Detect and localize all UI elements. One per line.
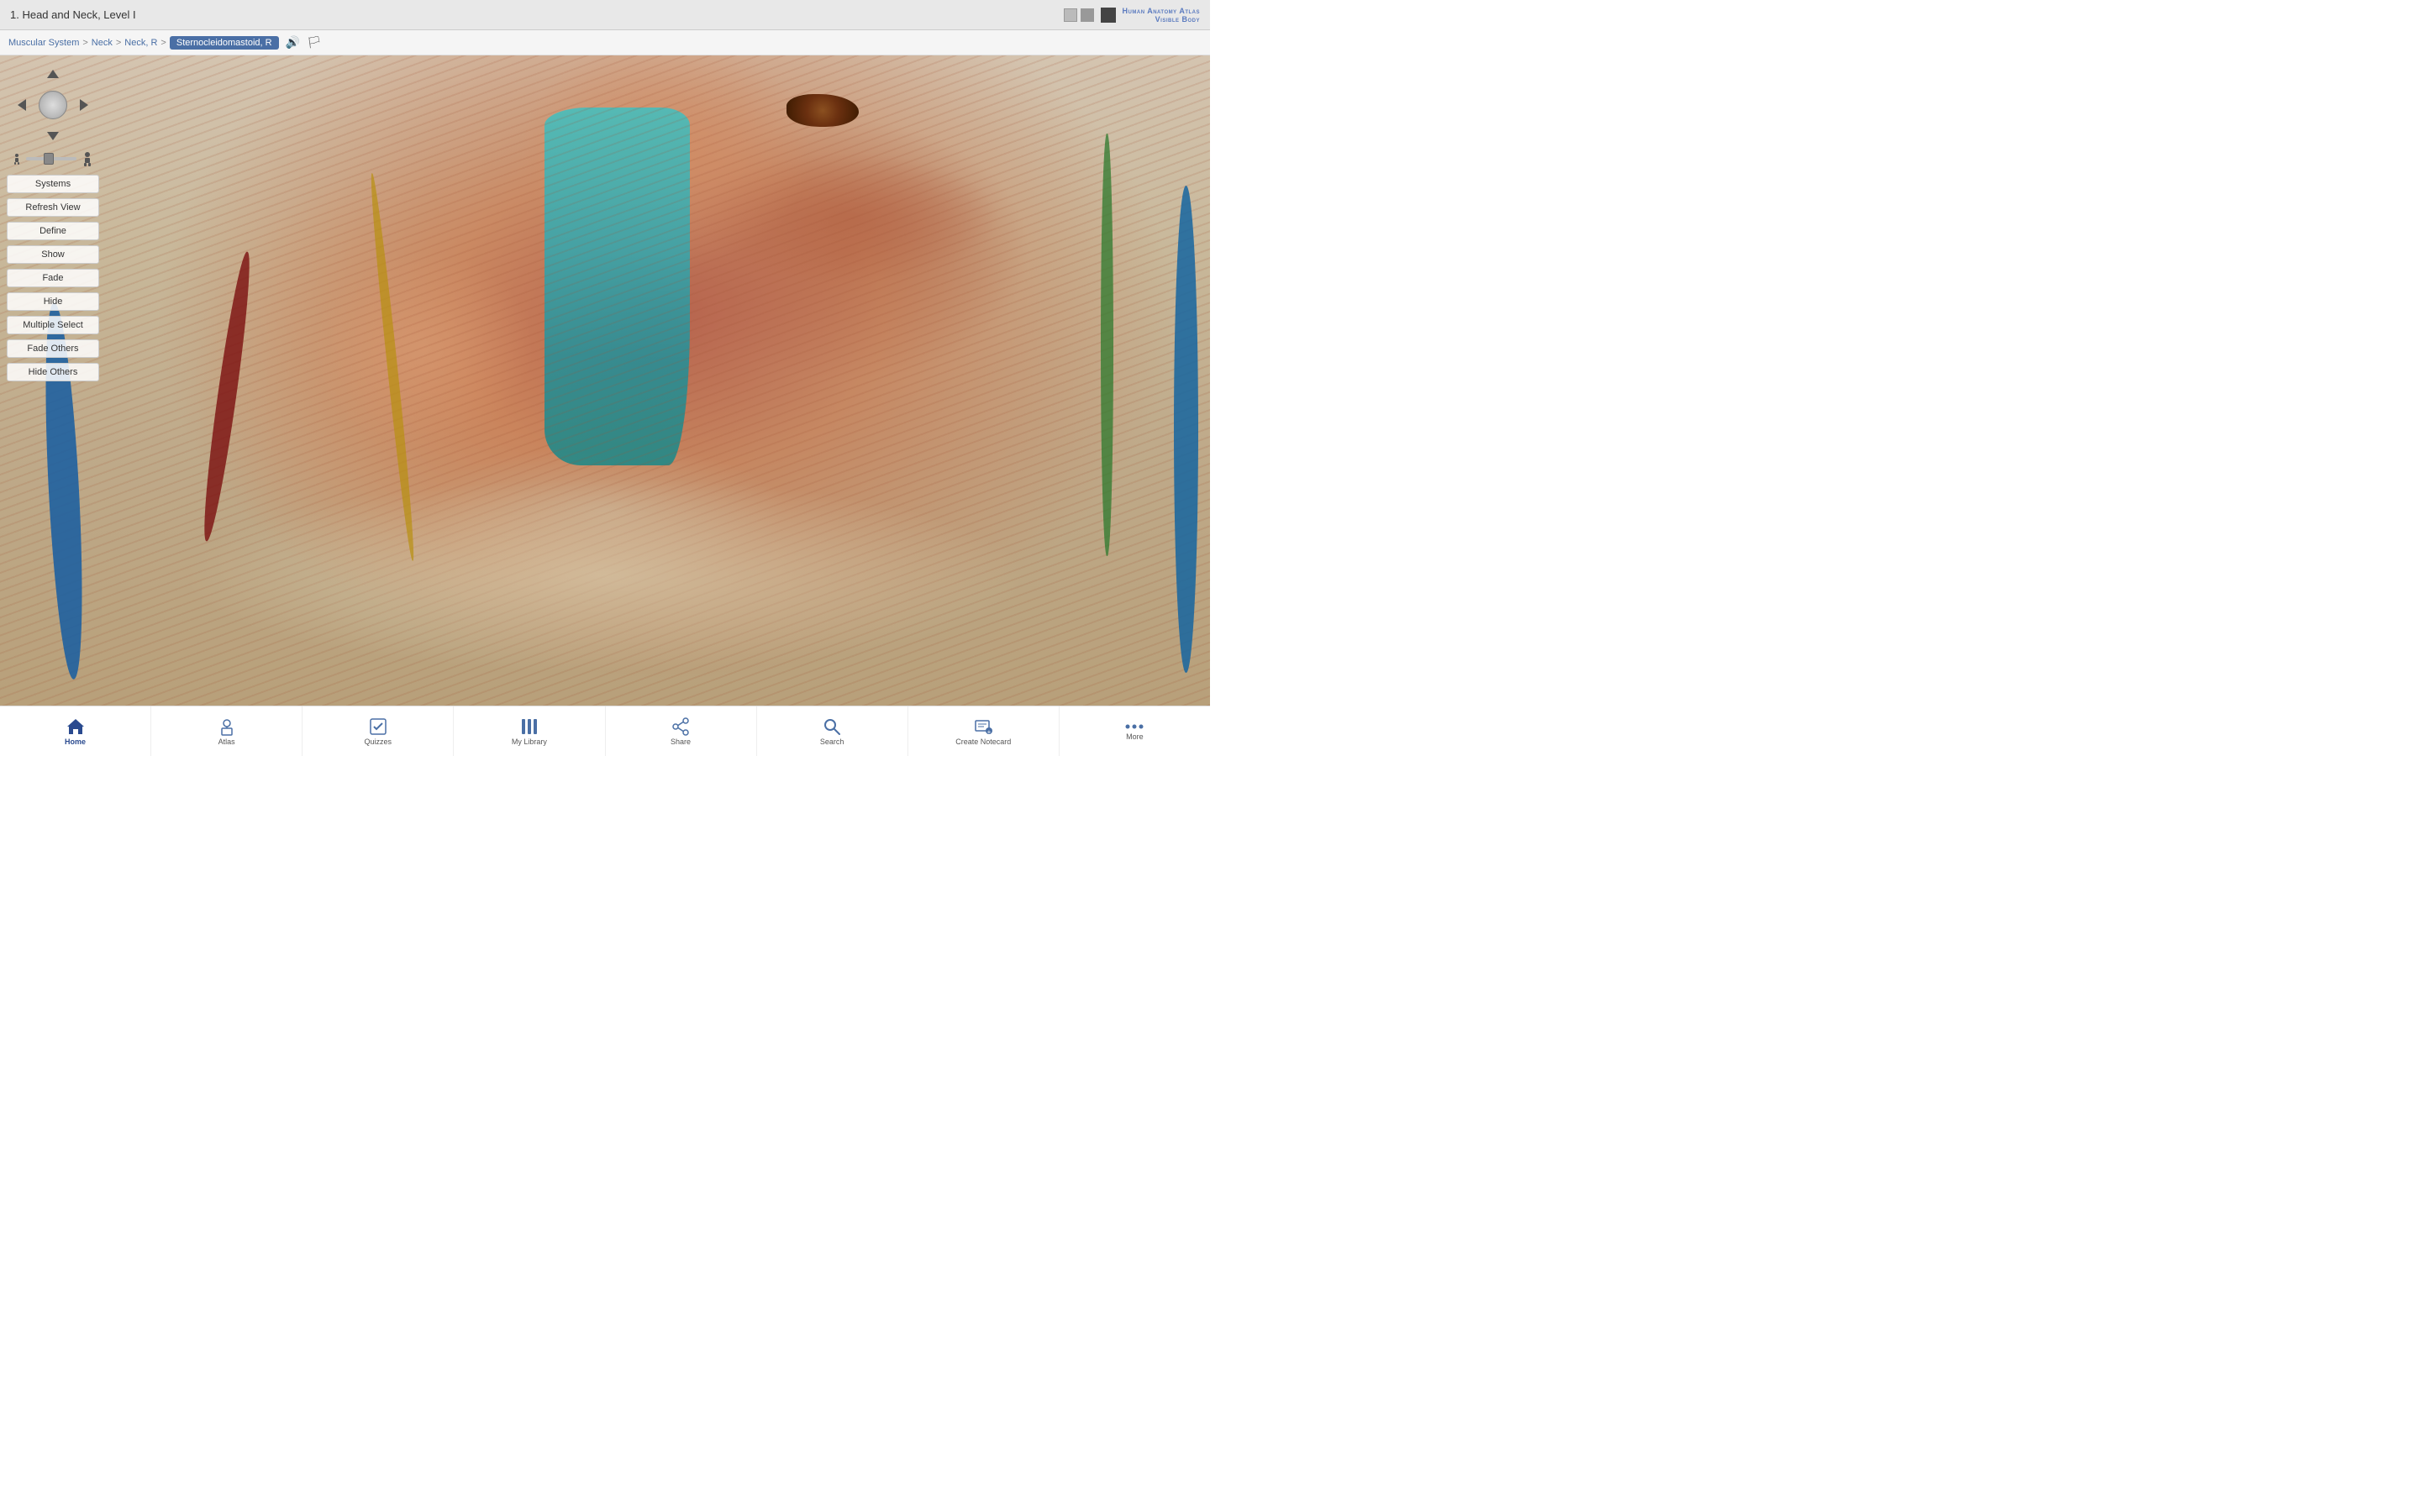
home-icon [66, 717, 86, 736]
breadcrumb-active-item[interactable]: Sternocleidomastoid, R [170, 36, 279, 50]
top-bar: 1. Head and Neck, Level I Human Anatomy … [0, 0, 1210, 30]
person-small-icon [11, 153, 23, 165]
nav-item-atlas[interactable]: Atlas [151, 706, 302, 756]
quizzes-label: Quizzes [365, 738, 392, 746]
home-label: Home [65, 738, 86, 746]
nav-item-quizzes[interactable]: Quizzes [302, 706, 454, 756]
show-button[interactable]: Show [7, 245, 99, 264]
bottom-nav-bar: Home Atlas Quizzes My Library [0, 706, 1210, 756]
breadcrumb-muscular-system[interactable]: Muscular System [8, 38, 79, 48]
hide-others-button[interactable]: Hide Others [7, 363, 99, 381]
nav-item-search[interactable]: Search [757, 706, 908, 756]
breadcrumb-bar: Muscular System > Neck > Neck, R > Stern… [0, 30, 1210, 55]
nav-center-button[interactable] [39, 91, 67, 119]
zoom-thumb[interactable] [44, 153, 54, 165]
bone-area [182, 478, 1028, 673]
refresh-view-button[interactable]: Refresh View [7, 198, 99, 217]
nav-right-arrow[interactable] [77, 98, 91, 112]
hide-button[interactable]: Hide [7, 292, 99, 311]
atlas-icon [218, 717, 235, 736]
fade-button[interactable]: Fade [7, 269, 99, 287]
breadcrumb-neck-r[interactable]: Neck, R [124, 38, 157, 48]
more-label: More [1126, 732, 1144, 741]
nav-item-home[interactable]: Home [0, 706, 151, 756]
zoom-track[interactable] [26, 157, 76, 160]
zoom-slider[interactable] [11, 151, 95, 166]
window-min-button[interactable] [1064, 8, 1077, 22]
3d-canvas[interactable] [0, 55, 1210, 706]
nav-item-share[interactable]: Share [606, 706, 757, 756]
sound-icon[interactable]: 🔊 [286, 35, 300, 50]
library-label: My Library [512, 738, 547, 746]
notecard-label: Create Notecard [955, 738, 1011, 746]
nav-down-arrow[interactable] [46, 129, 60, 143]
info-icon[interactable]: 🏳 [307, 35, 322, 50]
define-button[interactable]: Define [7, 222, 99, 240]
library-icon [520, 717, 539, 736]
nav-up-arrow[interactable] [46, 67, 60, 81]
atlas-label: Atlas [218, 738, 235, 746]
systems-button[interactable]: Systems [7, 175, 99, 193]
breadcrumb-sep-2: > [116, 38, 121, 48]
multiple-select-button[interactable]: Multiple Select [7, 316, 99, 334]
more-icon [1125, 722, 1144, 731]
settings-icon[interactable] [1101, 8, 1116, 23]
share-label: Share [671, 738, 691, 746]
eye-detail [786, 94, 859, 127]
fade-others-button[interactable]: Fade Others [7, 339, 99, 358]
navigation-joystick[interactable] [15, 67, 91, 143]
nav-item-notecard[interactable]: + Create Notecard [908, 706, 1060, 756]
person-large-icon [80, 151, 95, 166]
level-title: 1. Head and Neck, Level I [10, 8, 136, 21]
app-logo: Human Anatomy Atlas Visible Body [1123, 7, 1200, 24]
left-controls-panel: Systems Refresh View Define Show Fade Hi… [7, 67, 99, 381]
svg-text:+: + [987, 728, 992, 736]
breadcrumb-neck[interactable]: Neck [92, 38, 113, 48]
nav-item-more[interactable]: More [1060, 706, 1210, 756]
nav-left-arrow[interactable] [15, 98, 29, 112]
breadcrumb-sep-3: > [160, 38, 166, 48]
search-label: Search [820, 738, 844, 746]
vessel-2 [1174, 186, 1198, 674]
breadcrumb-sep-1: > [82, 38, 87, 48]
nav-item-library[interactable]: My Library [454, 706, 605, 756]
window-controls [1064, 8, 1094, 22]
notecard-icon: + [974, 717, 992, 736]
nerve-green-1 [1101, 134, 1113, 556]
search-icon [823, 717, 841, 736]
window-restore-button[interactable] [1081, 8, 1094, 22]
quizzes-icon [369, 717, 387, 736]
share-icon [671, 717, 690, 736]
top-bar-right: Human Anatomy Atlas Visible Body [1064, 7, 1200, 24]
